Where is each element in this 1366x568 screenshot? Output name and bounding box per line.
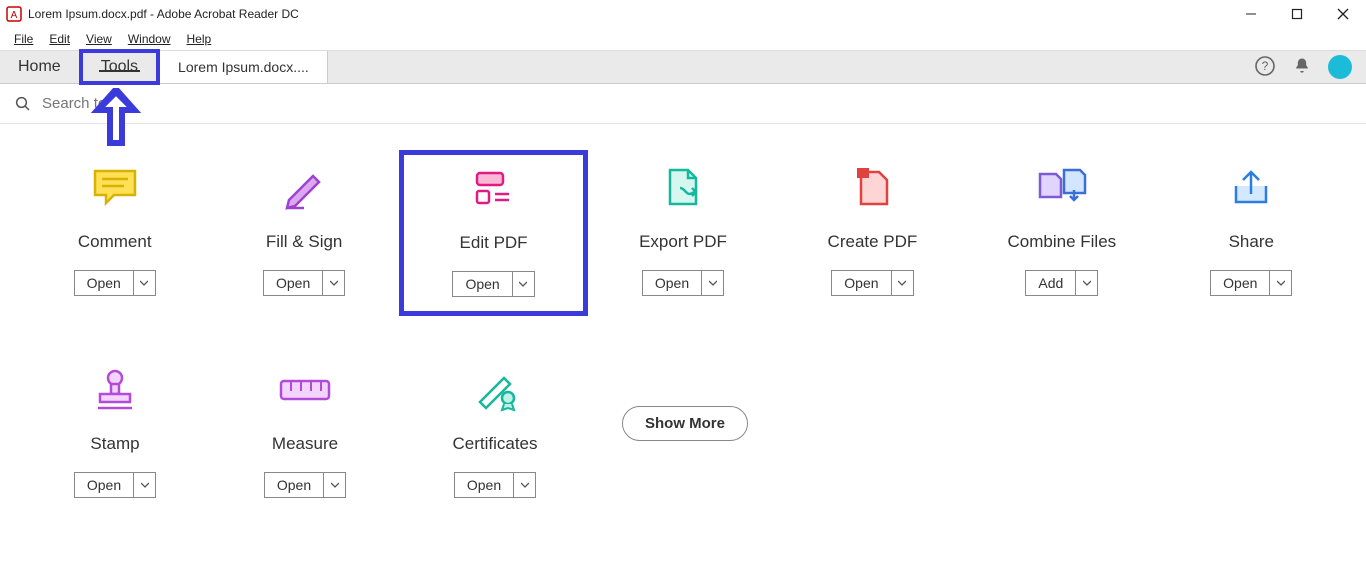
open-button[interactable]: Open	[1210, 270, 1270, 296]
comment-icon	[90, 164, 140, 212]
open-button[interactable]: Open	[454, 472, 514, 498]
dropdown-button[interactable]	[134, 472, 156, 498]
search-input[interactable]	[42, 95, 282, 112]
tool-label: Certificates	[452, 434, 537, 454]
tab-home[interactable]: Home	[0, 51, 79, 83]
tool-share: Share Open	[1157, 164, 1346, 316]
tool-certificates: Certificates Open	[400, 366, 590, 498]
account-avatar[interactable]	[1328, 55, 1352, 79]
certificates-icon	[470, 366, 520, 414]
show-more-button[interactable]: Show More	[622, 406, 748, 441]
menu-view[interactable]: View	[78, 30, 120, 48]
open-button[interactable]: Open	[74, 472, 134, 498]
menu-file[interactable]: File	[6, 30, 41, 48]
tool-label: Comment	[78, 232, 152, 252]
dropdown-button[interactable]	[323, 270, 345, 296]
menu-window[interactable]: Window	[120, 30, 179, 48]
open-button[interactable]: Open	[74, 270, 134, 296]
create-pdf-icon	[847, 164, 897, 212]
dropdown-button[interactable]	[514, 472, 536, 498]
close-button[interactable]	[1320, 0, 1366, 28]
tab-bar: Home Tools Lorem Ipsum.docx.... ?	[0, 50, 1366, 84]
tab-tools[interactable]: Tools	[83, 58, 156, 76]
menu-help[interactable]: Help	[179, 30, 220, 48]
dropdown-button[interactable]	[513, 271, 535, 297]
dropdown-button[interactable]	[324, 472, 346, 498]
help-icon[interactable]: ?	[1254, 55, 1276, 80]
add-button[interactable]: Add	[1025, 270, 1076, 296]
open-button[interactable]: Open	[452, 271, 512, 297]
minimize-button[interactable]	[1228, 0, 1274, 28]
dropdown-button[interactable]	[1076, 270, 1098, 296]
tool-stamp: Stamp Open	[20, 366, 210, 498]
dropdown-button[interactable]	[702, 270, 724, 296]
pen-icon	[279, 164, 329, 212]
open-button[interactable]: Open	[263, 270, 323, 296]
tool-label: Create PDF	[828, 232, 918, 252]
svg-text:?: ?	[1262, 59, 1269, 73]
dropdown-button[interactable]	[1270, 270, 1292, 296]
edit-pdf-icon	[469, 165, 519, 213]
menu-edit[interactable]: Edit	[41, 30, 78, 48]
tool-label: Share	[1229, 232, 1274, 252]
bell-icon[interactable]	[1292, 56, 1312, 79]
dropdown-button[interactable]	[892, 270, 914, 296]
window-title: Lorem Ipsum.docx.pdf - Adobe Acrobat Rea…	[28, 7, 299, 21]
tool-label: Export PDF	[639, 232, 727, 252]
tools-panel: Comment Open Fill & Sign Open Edit PDF	[0, 124, 1366, 568]
ruler-icon	[277, 366, 333, 414]
open-button[interactable]: Open	[831, 270, 891, 296]
svg-text:A: A	[11, 10, 18, 21]
export-pdf-icon	[658, 164, 708, 212]
tool-edit-pdf: Edit PDF Open	[399, 150, 588, 316]
title-bar: A Lorem Ipsum.docx.pdf - Adobe Acrobat R…	[0, 0, 1366, 28]
tool-combine-files: Combine Files Add	[967, 164, 1156, 316]
tool-create-pdf: Create PDF Open	[778, 164, 967, 316]
menu-bar: File Edit View Window Help	[0, 28, 1366, 50]
maximize-button[interactable]	[1274, 0, 1320, 28]
search-bar	[0, 84, 1366, 124]
tool-label: Stamp	[90, 434, 139, 454]
dropdown-button[interactable]	[134, 270, 156, 296]
tool-comment: Comment Open	[20, 164, 209, 316]
tool-label: Combine Files	[1008, 232, 1117, 252]
tool-label: Fill & Sign	[266, 232, 343, 252]
stamp-icon	[90, 366, 140, 414]
tool-fill-sign: Fill & Sign Open	[209, 164, 398, 316]
tool-measure: Measure Open	[210, 366, 400, 498]
tab-document[interactable]: Lorem Ipsum.docx....	[160, 51, 328, 83]
app-icon: A	[6, 6, 22, 22]
tool-export-pdf: Export PDF Open	[588, 164, 777, 316]
open-button[interactable]: Open	[264, 472, 324, 498]
combine-files-icon	[1034, 164, 1090, 212]
tool-label: Edit PDF	[460, 233, 528, 253]
search-icon	[14, 95, 32, 113]
share-icon	[1226, 164, 1276, 212]
open-button[interactable]: Open	[642, 270, 702, 296]
tool-label: Measure	[272, 434, 338, 454]
